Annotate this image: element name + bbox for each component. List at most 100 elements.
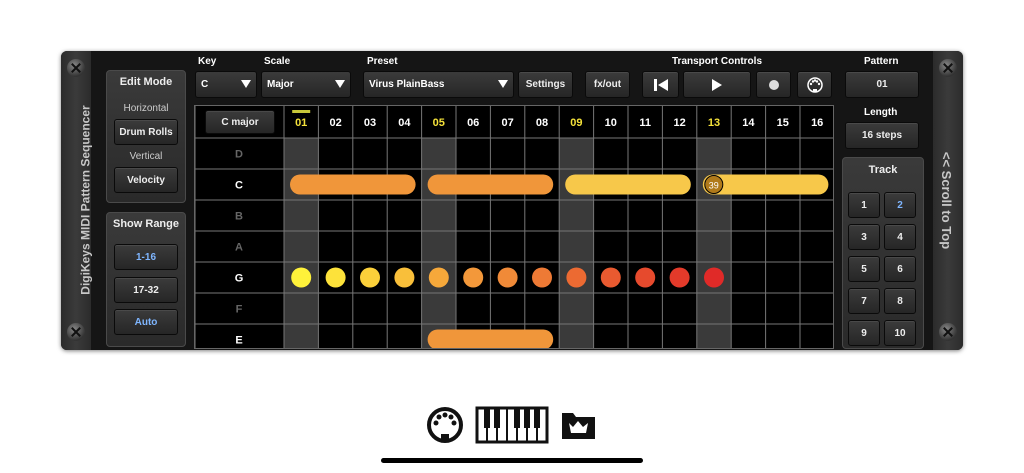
note-bar[interactable] [565, 174, 691, 195]
note-row-label: G [235, 273, 244, 285]
preset-label: Preset [367, 56, 398, 67]
step-header[interactable]: 16 [811, 117, 823, 129]
step-column [559, 138, 594, 348]
range-1-16-button[interactable]: 1-16 [114, 244, 178, 270]
track-button-9[interactable]: 9 [848, 320, 880, 346]
note-dot[interactable] [291, 267, 312, 288]
note-dot[interactable] [360, 267, 380, 288]
chevron-down-icon [335, 80, 345, 88]
app-title: DigiKeys MIDI Pattern Sequencer [79, 104, 94, 295]
track-button-8[interactable]: 8 [884, 288, 916, 314]
step-header[interactable]: 08 [536, 117, 548, 129]
sequencer-grid[interactable]: 01 02 03 04 05 06 07 08 09 10 11 12 13 14 15 16 D C B A G F E 3… [194, 105, 834, 349]
step-column [662, 138, 697, 348]
midi-port-icon [806, 76, 823, 93]
horizontal-mode-button[interactable]: Drum Rolls [114, 119, 178, 145]
step-header[interactable]: 06 [467, 117, 479, 129]
note-row-label: F [236, 304, 243, 316]
screw-icon [67, 323, 85, 341]
step-header[interactable]: 03 [364, 117, 376, 129]
note-dot[interactable] [325, 267, 346, 288]
track-button-10[interactable]: 10 [884, 320, 916, 346]
note-dot[interactable] [463, 267, 484, 288]
step-header[interactable]: 01 [295, 117, 307, 129]
note-dot[interactable] [600, 267, 621, 288]
note-bar[interactable] [427, 329, 554, 350]
step-column [800, 138, 833, 348]
note-row-label: C [235, 180, 243, 192]
midi-button[interactable] [797, 71, 832, 98]
show-range-heading: Show Range [112, 218, 179, 230]
track-button-7[interactable]: 7 [848, 288, 880, 314]
step-header[interactable]: 11 [639, 117, 651, 129]
preset-select[interactable]: Virus PlainBass [363, 71, 514, 98]
track-button-4[interactable]: 4 [884, 224, 916, 250]
step-header[interactable]: 02 [329, 117, 341, 129]
note-dot[interactable] [497, 267, 518, 288]
play-icon [712, 78, 722, 91]
record-button[interactable] [756, 71, 791, 98]
range-auto-button[interactable]: Auto [114, 309, 178, 335]
vertical-mode-button[interactable]: Velocity [114, 167, 178, 193]
step-column [593, 138, 628, 348]
screw-icon [939, 59, 957, 77]
track-button-6[interactable]: 6 [884, 256, 916, 282]
length-label: Length [864, 107, 898, 118]
note-dot[interactable] [428, 267, 449, 288]
note-dot[interactable] [532, 267, 552, 288]
note-grid[interactable]: 01 02 03 04 05 06 07 08 09 10 11 12 13 14 15 16 D C B A G F E 3… [195, 106, 834, 349]
note-dot[interactable] [566, 267, 587, 288]
step-column [628, 138, 663, 348]
step-header[interactable]: 15 [777, 117, 789, 129]
length-select[interactable]: 16 steps [845, 122, 919, 149]
midi-connector-icon[interactable] [425, 405, 465, 445]
transport-label: Transport Controls [672, 56, 763, 67]
step-header[interactable]: 13 [708, 117, 720, 129]
note-bar[interactable] [290, 174, 416, 195]
note-bar[interactable] [427, 174, 554, 195]
step-column [490, 138, 525, 348]
scale-name-button[interactable]: C major [205, 110, 275, 134]
scale-label: Scale [264, 56, 291, 67]
step-header[interactable]: 05 [433, 117, 445, 129]
screw-icon [67, 59, 85, 77]
playhead-marker [292, 110, 311, 113]
piano-keyboard-icon[interactable] [474, 405, 550, 445]
note-row-label: A [235, 242, 243, 254]
pattern-label: Pattern [864, 56, 899, 67]
step-column [318, 138, 353, 348]
rewind-button[interactable] [642, 71, 679, 98]
track-button-5[interactable]: 5 [848, 256, 880, 282]
step-column [387, 138, 422, 348]
scroll-to-top-button[interactable]: << Scroll to Top [936, 150, 958, 250]
range-17-32-button[interactable]: 17-32 [114, 277, 178, 303]
note-dot[interactable] [704, 267, 724, 288]
step-header[interactable]: 04 [398, 117, 411, 129]
track-button-2[interactable]: 2 [884, 192, 916, 218]
step-column [696, 138, 732, 348]
step-header[interactable]: 10 [605, 117, 617, 129]
note-row-label: B [235, 211, 243, 223]
step-header[interactable]: 09 [570, 117, 582, 129]
pattern-select[interactable]: 01 [845, 71, 919, 98]
fx-out-button[interactable]: fx/out [585, 71, 630, 98]
step-column [284, 138, 319, 348]
key-value: C [201, 79, 209, 90]
note-dot[interactable] [635, 267, 656, 288]
scale-select[interactable]: Major [261, 71, 351, 98]
step-header[interactable]: 14 [742, 117, 755, 129]
step-header[interactable]: 07 [501, 117, 513, 129]
play-button[interactable] [683, 71, 751, 98]
note-dot[interactable] [394, 267, 415, 288]
horizontal-label: Horizontal [123, 103, 169, 114]
step-column [731, 138, 766, 348]
track-button-3[interactable]: 3 [848, 224, 880, 250]
step-header[interactable]: 12 [673, 117, 685, 129]
chevron-down-icon [241, 80, 251, 88]
note-dot[interactable] [669, 267, 690, 288]
track-button-1[interactable]: 1 [848, 192, 880, 218]
settings-button[interactable]: Settings [518, 71, 573, 98]
screw-icon [939, 323, 957, 341]
open-folder-icon[interactable] [558, 405, 600, 445]
key-select[interactable]: C [195, 71, 257, 98]
